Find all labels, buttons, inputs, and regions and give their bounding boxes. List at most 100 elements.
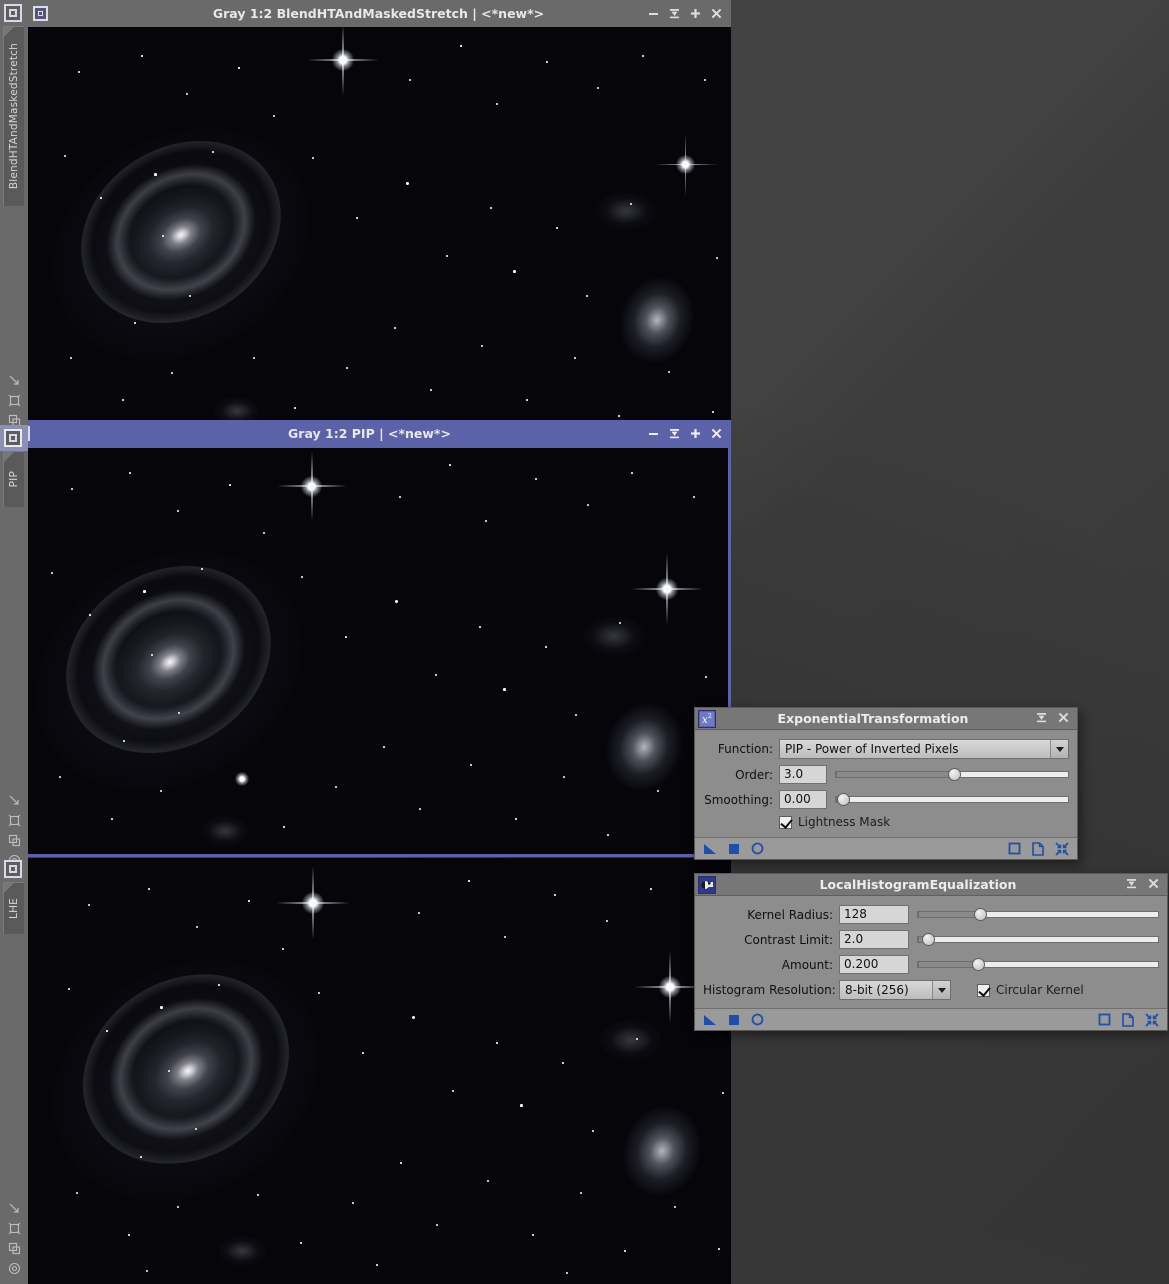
smoothing-label: Smoothing: [703, 793, 773, 807]
function-value: PIP - Power of Inverted Pixels [785, 742, 959, 756]
order-slider[interactable] [835, 766, 1069, 784]
image-window-titlebar[interactable]: Gray 1:2 BlendHTAndMaskedStretch | <*new… [26, 0, 731, 27]
lightness-mask-checkbox[interactable]: Lightness Mask [779, 815, 890, 829]
target-circle-icon[interactable] [0, 1258, 28, 1278]
apply-triangle-icon[interactable] [703, 1014, 717, 1026]
image-window-titlebar[interactable]: Gray 1:2 PIP | <*new*> [8, 420, 731, 447]
amount-input[interactable]: 0.200 [839, 955, 909, 974]
sidebar-icons-blendht [0, 370, 28, 430]
smoothing-input[interactable]: 0.00 [779, 790, 827, 809]
image-window-lhe[interactable] [26, 858, 731, 1284]
kernel-radius-slider[interactable] [917, 906, 1159, 924]
sidebar-item-label: PIP [8, 471, 20, 487]
sidebar-window-button-lhe[interactable] [4, 860, 22, 878]
reset-square-icon[interactable] [1098, 1013, 1111, 1026]
image-canvas[interactable] [10, 447, 729, 855]
image-window-title: Gray 1:2 BlendHTAndMaskedStretch | <*new… [26, 6, 731, 21]
histogram-resolution-row: Histogram Resolution: 8-bit (256) Circul… [703, 980, 1159, 1000]
astronomy-image [11, 448, 728, 854]
close-icon[interactable] [1058, 712, 1069, 726]
crop-frame-icon[interactable] [0, 1218, 28, 1238]
dialog-controls [1126, 878, 1167, 892]
minimize-icon[interactable] [648, 8, 659, 19]
maximize-icon[interactable] [690, 8, 701, 19]
contrast-limit-slider[interactable] [917, 931, 1159, 949]
real-time-preview-circle-icon[interactable] [751, 1013, 764, 1026]
chevron-down-icon[interactable] [932, 981, 950, 999]
close-icon[interactable] [1148, 878, 1159, 892]
workspace-sidebar: BlendHTAndMaskedStretch PIP [0, 0, 28, 1284]
amount-row: Amount: 0.200 [703, 955, 1159, 974]
checkbox-icon[interactable] [977, 984, 990, 997]
kernel-radius-label: Kernel Radius: [703, 908, 833, 922]
astronomy-image [26, 27, 731, 425]
sidebar-group-lhe: LHE [0, 858, 28, 1284]
image-canvas[interactable] [26, 858, 731, 1284]
chevron-down-icon[interactable] [1050, 740, 1068, 758]
smoothing-row: Smoothing: 0.00 [703, 790, 1069, 809]
shade-icon[interactable] [1126, 878, 1137, 892]
order-input[interactable]: 3.0 [779, 765, 827, 784]
exponential-transformation-dialog[interactable]: x 2 ExponentialTransformation Function: … [694, 707, 1078, 860]
histogram-resolution-value: 8-bit (256) [845, 983, 909, 997]
resize-arrow-icon[interactable] [0, 1198, 28, 1218]
dialog-titlebar[interactable]: x 2 ExponentialTransformation [695, 708, 1077, 730]
reset-square-icon[interactable] [1008, 842, 1021, 855]
resize-arrow-icon[interactable] [0, 790, 28, 810]
astronomy-image [26, 858, 731, 1284]
duplicate-window-icon[interactable] [0, 830, 28, 850]
amount-slider[interactable] [917, 956, 1159, 974]
real-time-preview-circle-icon[interactable] [751, 842, 764, 855]
new-instance-document-icon[interactable] [1122, 1013, 1134, 1027]
contrast-limit-input[interactable]: 2.0 [839, 930, 909, 949]
collapse-arrows-icon[interactable] [1145, 1013, 1159, 1027]
dialog-titlebar[interactable]: LocalHistogramEqualization [695, 874, 1167, 896]
minimize-icon[interactable] [648, 428, 659, 439]
duplicate-window-icon[interactable] [0, 1238, 28, 1258]
local-histogram-equalization-icon [698, 876, 716, 894]
maximize-icon[interactable] [690, 428, 701, 439]
amount-label: Amount: [703, 958, 833, 972]
shade-icon[interactable] [1036, 712, 1047, 726]
collapse-arrows-icon[interactable] [1055, 842, 1069, 856]
crop-frame-icon[interactable] [0, 810, 28, 830]
crop-frame-icon[interactable] [0, 390, 28, 410]
function-select[interactable]: PIP - Power of Inverted Pixels [779, 739, 1069, 759]
dialog-title: LocalHistogramEqualization [725, 877, 1111, 892]
local-histogram-equalization-dialog[interactable]: LocalHistogramEqualization Kernel Radius… [694, 873, 1168, 1031]
order-row: Order: 3.0 [703, 765, 1069, 784]
new-instance-document-icon[interactable] [1032, 842, 1044, 856]
lightness-mask-row: Lightness Mask [703, 815, 1069, 829]
window-controls [648, 428, 731, 439]
apply-global-square-icon[interactable] [728, 1014, 740, 1026]
dialog-body: Kernel Radius: 128 Contrast Limit: 2.0 A… [695, 896, 1167, 1008]
apply-triangle-icon[interactable] [703, 843, 717, 855]
close-icon[interactable] [711, 8, 722, 19]
sidebar-item-pip[interactable]: PIP [3, 451, 24, 507]
histogram-resolution-label: Histogram Resolution: [703, 983, 833, 997]
image-window-pip[interactable]: Gray 1:2 PIP | <*new*> [8, 420, 731, 855]
exponential-transformation-icon: x 2 [698, 710, 716, 728]
shade-icon[interactable] [669, 8, 680, 19]
smoothing-slider[interactable] [835, 791, 1069, 809]
sidebar-group-pip: PIP [0, 425, 28, 855]
sidebar-window-button-blendht[interactable] [4, 4, 22, 22]
sidebar-item-blendhtandmaskedstretch[interactable]: BlendHTAndMaskedStretch [3, 26, 24, 206]
shade-icon[interactable] [669, 428, 680, 439]
histogram-resolution-select[interactable]: 8-bit (256) [839, 980, 951, 1000]
image-canvas[interactable] [26, 27, 731, 425]
kernel-radius-input[interactable]: 128 [839, 905, 909, 924]
function-label: Function: [703, 742, 773, 756]
checkbox-icon[interactable] [779, 816, 792, 829]
apply-global-square-icon[interactable] [728, 843, 740, 855]
sidebar-window-button-pip[interactable] [4, 429, 22, 447]
contrast-limit-label: Contrast Limit: [703, 933, 833, 947]
kernel-radius-row: Kernel Radius: 128 [703, 905, 1159, 924]
sidebar-item-lhe[interactable]: LHE [3, 882, 24, 934]
close-icon[interactable] [711, 428, 722, 439]
sidebar-icons-lhe [0, 1198, 28, 1278]
resize-arrow-icon[interactable] [0, 370, 28, 390]
image-window-blendhtandmaskedstretch[interactable]: Gray 1:2 BlendHTAndMaskedStretch | <*new… [26, 0, 731, 425]
window-controls [648, 8, 731, 19]
circular-kernel-checkbox[interactable]: Circular Kernel [977, 983, 1084, 997]
